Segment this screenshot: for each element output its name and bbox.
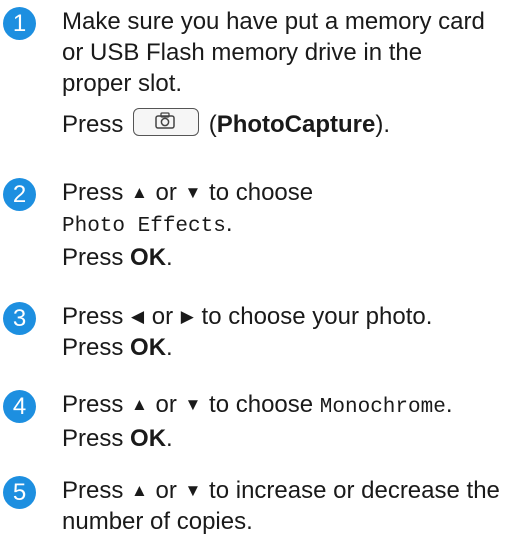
step-4-line-2: Press OK. (62, 423, 525, 454)
press-word: Press (62, 303, 124, 330)
or-word: or (155, 391, 177, 418)
step-1-line-1: Make sure you have put a memory card (62, 8, 485, 35)
right-arrow-icon: ▶ (180, 307, 194, 326)
press-word: Press (62, 244, 124, 271)
step-number-badge: 2 (3, 178, 36, 211)
step-3-body: Press ◀ or ▶ to choose your photo. Press… (62, 301, 525, 363)
left-arrow-icon: ◀ (131, 307, 145, 326)
ok-key-name: OK (130, 334, 167, 361)
up-arrow-icon: ▲ (131, 183, 148, 202)
increase-decrease-text: to increase or decrease the (209, 477, 500, 504)
menu-option-photo-effects: Photo Effects (62, 215, 226, 238)
step-number-badge: 4 (3, 390, 36, 423)
sentence-end: . (166, 334, 173, 361)
press-word: Press (62, 334, 124, 361)
to-choose-text: to choose your photo. (201, 303, 433, 330)
down-arrow-icon: ▼ (184, 481, 202, 500)
menu-option-monochrome: Monochrome (319, 396, 446, 419)
press-word: Press (62, 391, 124, 418)
or-word: or (151, 303, 174, 330)
camera-icon (155, 112, 175, 129)
step-3-line-2: Press OK. (62, 332, 525, 363)
step-4-line-1: Press ▲ or ▼ to choose Monochrome. (62, 389, 525, 423)
press-word: Press (62, 477, 124, 504)
step-1-body: Make sure you have put a memory card or … (62, 6, 525, 140)
sentence-end: . (445, 391, 453, 418)
step-number-badge: 5 (3, 476, 36, 509)
paren-open: ( (208, 111, 217, 138)
step-5-line-1: Press ▲ or ▼ to increase or decrease the (62, 475, 525, 506)
step-1-line-3: proper slot. (62, 70, 183, 97)
down-arrow-icon: ▼ (184, 183, 202, 202)
down-arrow-icon: ▼ (184, 395, 202, 414)
paren-close: ). (375, 111, 391, 138)
ok-key-name: OK (130, 244, 167, 271)
step-2-line-3: Press OK. (62, 242, 525, 273)
step-1-line-2: or USB Flash memory drive in the (62, 39, 423, 66)
press-word: Press (62, 425, 124, 452)
to-choose-text: to choose (209, 179, 314, 206)
step-2-line-2: Photo Effects. (62, 208, 525, 242)
step-1-press-line: Press (PhotoCapture). (62, 108, 525, 140)
sentence-end: . (225, 210, 233, 237)
up-arrow-icon: ▲ (131, 395, 148, 414)
step-5-body: Press ▲ or ▼ to increase or decrease the… (62, 475, 525, 537)
press-word: Press (62, 111, 124, 138)
sentence-end: . (166, 244, 173, 271)
photocapture-key-name: PhotoCapture (216, 111, 376, 138)
step-4-body: Press ▲ or ▼ to choose Monochrome. Press… (62, 389, 525, 454)
step-2-body: Press ▲ or ▼ to choose Photo Effects. Pr… (62, 177, 525, 273)
photocapture-button[interactable] (133, 108, 200, 136)
to-choose-text: to choose (209, 391, 314, 418)
step-number-badge: 1 (3, 7, 36, 40)
step-number-badge: 3 (3, 302, 36, 335)
ok-key-name: OK (130, 425, 167, 452)
press-word: Press (62, 179, 124, 206)
or-word: or (155, 179, 177, 206)
step-2-line-1: Press ▲ or ▼ to choose (62, 177, 525, 208)
step-5-line-2: number of copies. (62, 508, 253, 535)
up-arrow-icon: ▲ (131, 481, 148, 500)
or-word: or (155, 477, 177, 504)
step-3-line-1: Press ◀ or ▶ to choose your photo. (62, 301, 525, 332)
sentence-end: . (166, 425, 173, 452)
